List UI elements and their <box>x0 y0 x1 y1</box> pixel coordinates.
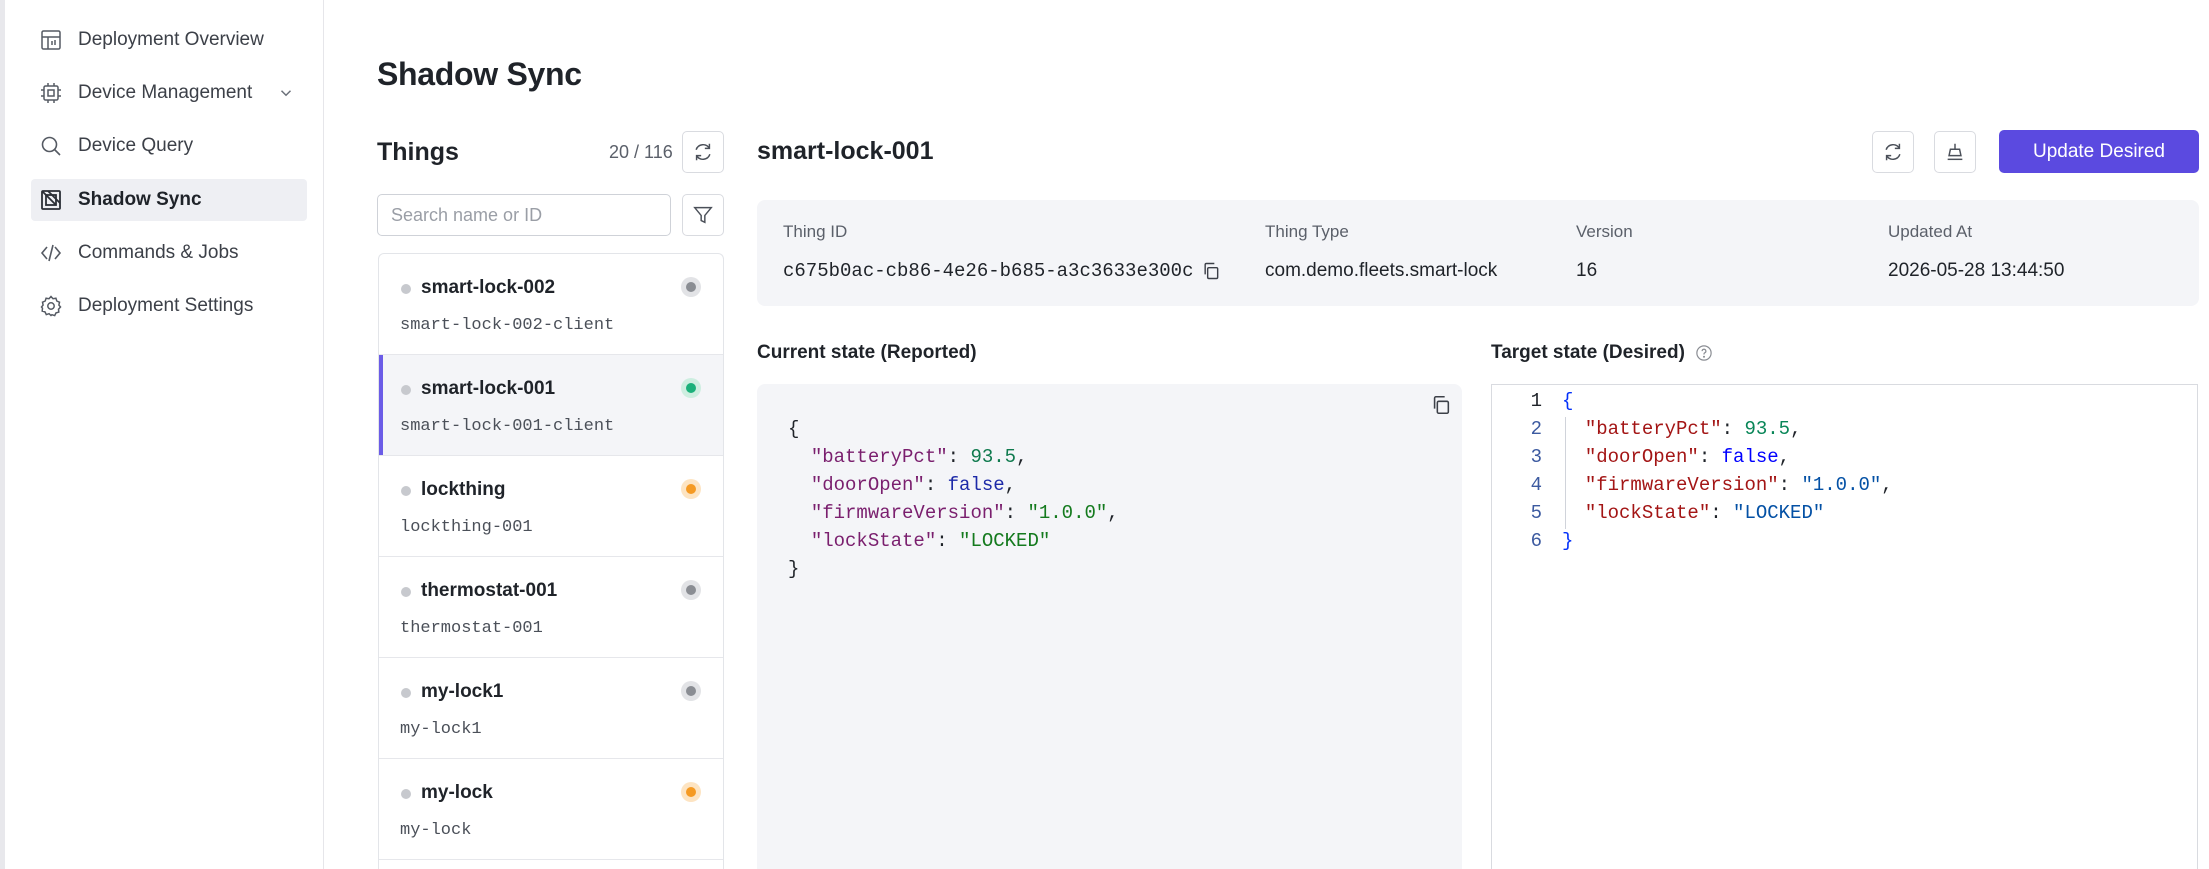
search-icon <box>38 133 64 159</box>
things-count: 20 / 116 <box>609 142 673 162</box>
status-indicator <box>681 580 701 600</box>
updated-at-field: Updated At 2026-05-28 13:44:50 <box>1888 222 2064 282</box>
thing-id-label: Thing ID <box>783 222 848 241</box>
thing-client-id: my-lock <box>400 821 472 840</box>
dashboard-icon <box>38 27 64 53</box>
refresh-things-button[interactable] <box>682 131 724 173</box>
status-indicator <box>681 277 701 297</box>
line-numbers: 123456 <box>1530 390 1542 552</box>
status-indicator <box>681 479 701 499</box>
eraser-icon <box>1947 143 1963 161</box>
desired-json[interactable]: { "batteryPct": 93.5, "doorOpen": false,… <box>1562 387 1893 555</box>
thing-info-card: Thing ID c675b0ac-cb86-4e26-b685-a3c3633… <box>757 200 2199 306</box>
updated-at-label: Updated At <box>1888 222 1973 241</box>
thing-item[interactable]: smart-lock-002 smart-lock-002-client <box>379 254 723 355</box>
reported-json: { "batteryPct": 93.5, "doorOpen": false,… <box>788 418 1119 580</box>
sidebar-item-device-management[interactable]: Device Management <box>31 72 307 114</box>
help-icon[interactable] <box>1695 344 1713 362</box>
filter-icon <box>693 206 713 224</box>
thing-list: smart-lock-002 smart-lock-002-client sma… <box>378 253 724 869</box>
thing-item-selected[interactable]: smart-lock-001 smart-lock-001-client <box>379 355 723 456</box>
version-value: 16 <box>1576 260 1598 281</box>
desired-state-label: Target state (Desired) <box>1491 342 1713 364</box>
sidebar-item-label: Commands & Jobs <box>78 242 239 263</box>
reported-state-viewer: { "batteryPct": 93.5, "doorOpen": false,… <box>757 384 1462 869</box>
filter-button[interactable] <box>682 194 724 236</box>
thing-name: lockthing <box>421 479 506 500</box>
copy-reported-button[interactable] <box>1428 392 1454 418</box>
bullet-dot <box>401 789 411 799</box>
thing-name: my-lock1 <box>421 681 504 702</box>
refresh-icon <box>1885 143 1901 161</box>
thing-item[interactable]: my-lock my-lock <box>379 759 723 860</box>
things-title: Things <box>377 138 459 166</box>
sidebar-item-shadow-sync[interactable]: Shadow Sync <box>31 179 307 221</box>
gear-icon <box>38 293 64 319</box>
shadow-sync-icon <box>38 187 64 213</box>
thing-item[interactable]: thermostat-001 thermostat-001 <box>379 557 723 658</box>
sidebar-item-deployment-settings[interactable]: Deployment Settings <box>31 285 307 327</box>
chip-icon <box>38 80 64 106</box>
page-title: Shadow Sync <box>377 56 582 92</box>
thing-client-id: smart-lock-002-client <box>400 316 615 335</box>
thing-client-id: my-lock1 <box>400 720 482 739</box>
bullet-dot <box>401 284 411 294</box>
status-indicator <box>681 782 701 802</box>
thing-type-label: Thing Type <box>1265 222 1349 241</box>
bullet-dot <box>401 385 411 395</box>
thing-name: my-lock <box>421 782 493 803</box>
sidebar-item-label: Device Query <box>78 135 194 156</box>
sidebar-item-label: Deployment Settings <box>78 295 254 316</box>
sidebar-item-device-query[interactable]: Device Query <box>31 125 307 167</box>
sidebar-item-deployment-overview[interactable]: Deployment Overview <box>31 19 307 61</box>
thing-type-field: Thing Type com.demo.fleets.smart-lock <box>1265 222 1497 282</box>
refresh-shadow-button[interactable] <box>1872 131 1914 173</box>
updated-at-value: 2026-05-28 13:44:50 <box>1888 260 2065 281</box>
thing-item[interactable]: my-lock1 my-lock1 <box>379 658 723 759</box>
refresh-icon <box>695 143 711 161</box>
chevron-down-icon[interactable] <box>277 84 295 102</box>
thing-name: thermostat-001 <box>421 580 558 601</box>
thing-name: smart-lock-001 <box>421 378 556 399</box>
code-icon <box>38 240 64 266</box>
search-input[interactable] <box>377 194 671 236</box>
bullet-dot <box>401 688 411 698</box>
status-indicator <box>681 378 701 398</box>
sidebar-item-label: Shadow Sync <box>78 189 202 210</box>
thing-type-value: com.demo.fleets.smart-lock <box>1265 260 1498 281</box>
clear-button[interactable] <box>1934 131 1976 173</box>
thing-client-id: lockthing-001 <box>400 518 533 537</box>
thing-name: smart-lock-002 <box>421 277 556 298</box>
copy-icon[interactable] <box>1201 261 1221 281</box>
update-desired-button[interactable]: Update Desired <box>1999 130 2199 173</box>
thing-client-id: smart-lock-001-client <box>400 417 615 436</box>
status-indicator <box>681 681 701 701</box>
thing-client-id: thermostat-001 <box>400 619 543 638</box>
sidebar-item-label: Deployment Overview <box>78 29 264 50</box>
bullet-dot <box>401 486 411 496</box>
bullet-dot <box>401 587 411 597</box>
thing-id-value: c675b0ac-cb86-4e26-b685-a3c3633e300c <box>783 260 1194 282</box>
sidebar: Deployment Overview Device Management De… <box>0 0 324 869</box>
copy-icon <box>1433 395 1450 415</box>
desired-state-editor[interactable]: 123456 { "batteryPct": 93.5, "doorOpen":… <box>1491 384 2198 869</box>
thing-id-field: Thing ID c675b0ac-cb86-4e26-b685-a3c3633… <box>783 222 1221 282</box>
reported-state-label: Current state (Reported) <box>757 342 977 363</box>
thing-detail-title: smart-lock-001 <box>757 137 934 165</box>
version-label: Version <box>1576 222 1633 241</box>
sidebar-item-label: Device Management <box>78 82 253 103</box>
sidebar-item-commands-jobs[interactable]: Commands & Jobs <box>31 232 307 274</box>
thing-item[interactable]: lockthing lockthing-001 <box>379 456 723 557</box>
version-field: Version 16 <box>1576 222 1633 282</box>
